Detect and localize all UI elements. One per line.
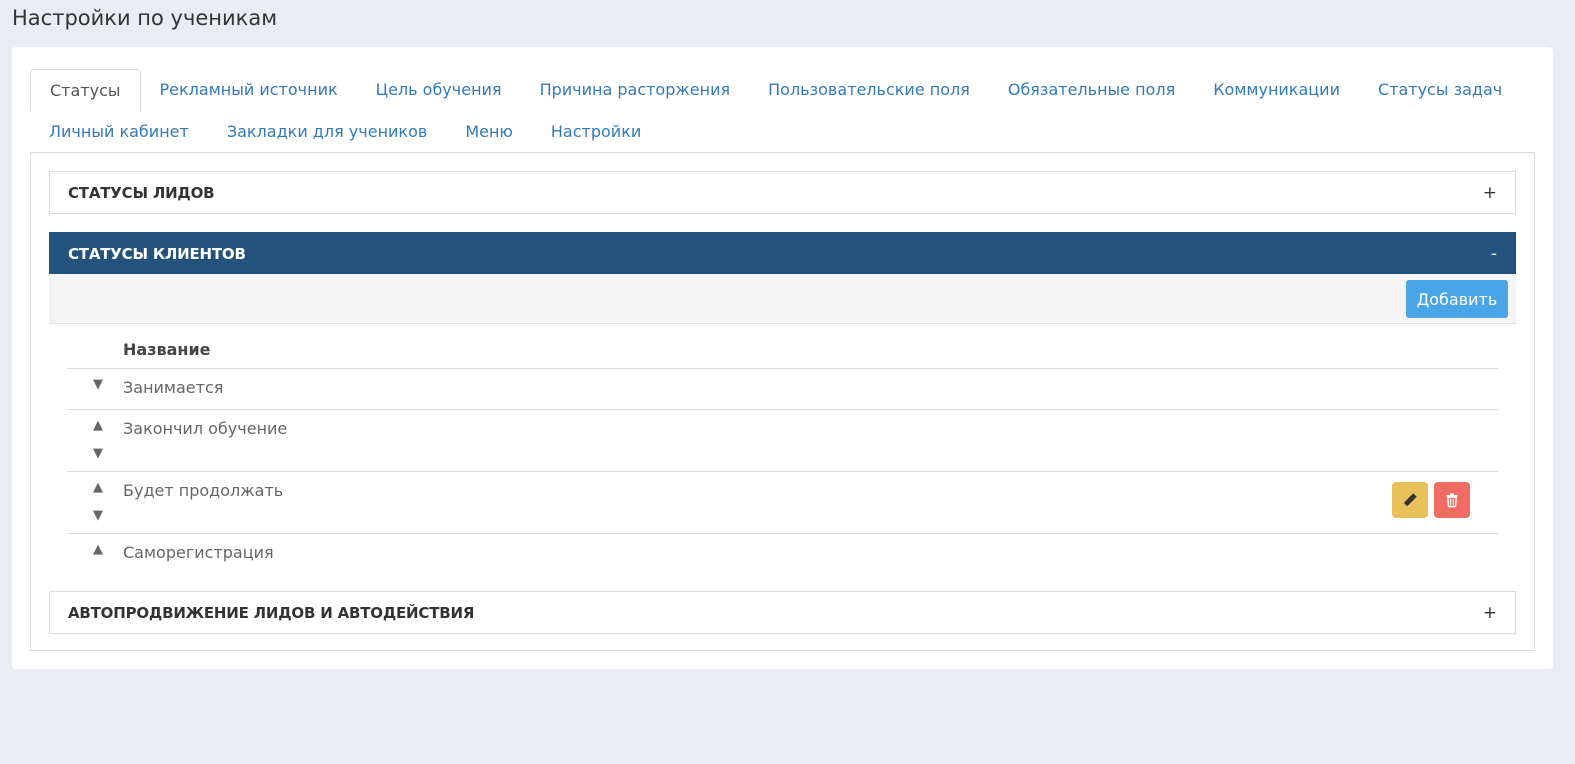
edit-button[interactable] [1392,482,1428,518]
triangle-up-icon[interactable]: ▲ [93,481,103,495]
table-row: ▲ ▼ Закончил обучение [67,410,1498,472]
tab-settings[interactable]: Настройки [532,111,660,153]
section-title: Автопродвижение лидов и автодействия [68,603,475,622]
tab-row-1: Статусы Рекламный источник Цель обучения… [30,68,1535,112]
tab-termination-reason[interactable]: Причина расторжения [521,69,750,111]
page-title: Настройки по ученикам [12,6,278,30]
section-title: Статусы клиентов [68,244,246,263]
delete-button[interactable] [1434,482,1470,518]
expand-toggle[interactable]: + [1483,183,1497,203]
collapse-toggle[interactable]: - [1491,244,1497,264]
triangle-down-icon[interactable]: ▼ [93,447,103,461]
table-row: ▼ Занимается [67,369,1498,410]
section-toolbar: Добавить [49,274,1516,324]
tab-menu[interactable]: Меню [446,111,532,153]
triangle-down-icon[interactable]: ▼ [93,378,103,392]
tab-student-bookmarks[interactable]: Закладки для учеников [208,111,446,153]
section-title: Статусы лидов [68,183,215,202]
tab-required-fields[interactable]: Обязательные поля [989,69,1194,111]
column-header-name: Название [67,324,1498,369]
tab-row-2: Личный кабинет Закладки для учеников Мен… [30,111,1535,153]
status-name: Будет продолжать [123,481,284,500]
section-client-statuses[interactable]: Статусы клиентов - [49,232,1516,275]
status-name: Саморегистрация [123,543,274,562]
section-lead-statuses[interactable]: Статусы лидов + [49,171,1516,214]
tab-bar: Статусы Рекламный источник Цель обучения… [30,68,1535,153]
triangle-up-icon[interactable]: ▲ [93,543,103,557]
tab-task-statuses[interactable]: Статусы задач [1359,69,1521,111]
tab-ad-source[interactable]: Рекламный источник [141,69,357,111]
tab-personal-account[interactable]: Личный кабинет [30,111,208,153]
tab-statuses[interactable]: Статусы [30,68,141,112]
tab-custom-fields[interactable]: Пользовательские поля [749,69,989,111]
triangle-down-icon[interactable]: ▼ [93,509,103,523]
add-button[interactable]: Добавить [1406,280,1508,318]
table-row: ▲ ▼ Будет продолжать [67,472,1498,534]
pencil-icon [1404,493,1417,506]
triangle-up-icon[interactable]: ▲ [93,419,103,433]
expand-toggle[interactable]: + [1483,603,1497,623]
settings-card: Статусы Рекламный источник Цель обучения… [12,47,1553,669]
section-auto-promotion[interactable]: Автопродвижение лидов и автодействия + [49,591,1516,634]
tab-communications[interactable]: Коммуникации [1194,69,1359,111]
table-row: ▲ Саморегистрация [67,534,1498,582]
statuses-table: Название ▼ Занимается ▲ ▼ Закончил обуче… [67,324,1498,582]
status-name: Закончил обучение [123,419,288,438]
status-name: Занимается [123,378,224,397]
trash-icon [1446,493,1458,508]
tab-learning-goal[interactable]: Цель обучения [357,69,521,111]
tab-content-panel: Статусы лидов + Статусы клиентов - Добав… [30,152,1535,651]
